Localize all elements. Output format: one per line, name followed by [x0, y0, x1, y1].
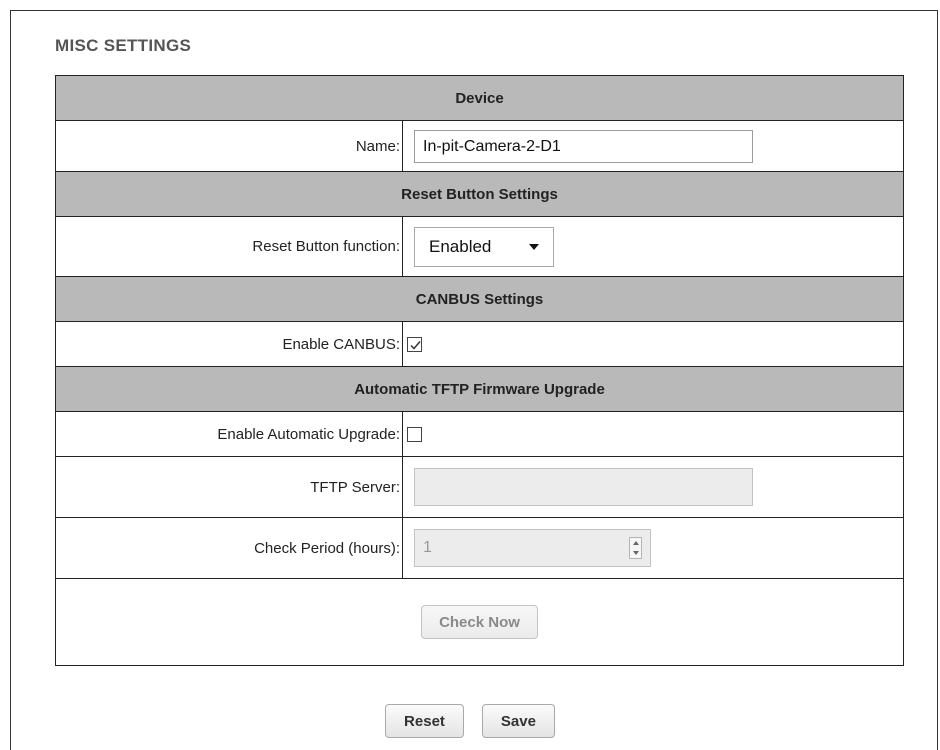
check-now-cell: Check Now	[55, 578, 904, 666]
section-header-canbus: CANBUS Settings	[55, 276, 904, 322]
reset-function-select[interactable]: Enabled	[414, 226, 554, 267]
device-name-row: Name: In-pit-Camera-2-D1	[55, 120, 904, 172]
check-period-label: Check Period (hours):	[55, 517, 403, 579]
enable-canbus-row: Enable CANBUS:	[55, 321, 904, 367]
check-period-row: Check Period (hours): 1	[55, 517, 904, 579]
auto-upgrade-cell	[402, 411, 904, 457]
auto-upgrade-row: Enable Automatic Upgrade:	[55, 411, 904, 457]
section-title: Device	[55, 75, 904, 121]
section-header-device: Device	[55, 75, 904, 121]
tftp-server-input[interactable]	[414, 468, 753, 506]
reset-button[interactable]: Reset	[385, 704, 464, 738]
check-period-cell: 1	[402, 517, 904, 579]
section-header-reset-button: Reset Button Settings	[55, 171, 904, 217]
section-title: Automatic TFTP Firmware Upgrade	[55, 366, 904, 412]
tftp-server-cell	[402, 456, 904, 518]
auto-upgrade-checkbox[interactable]	[407, 427, 422, 443]
check-period-input[interactable]: 1	[414, 529, 651, 567]
chevron-down-icon	[529, 243, 539, 250]
arrow-down-icon	[632, 551, 639, 555]
reset-function-row: Reset Button function: Enabled	[55, 216, 904, 277]
device-name-cell: In-pit-Camera-2-D1	[402, 120, 904, 172]
enable-canbus-cell	[402, 321, 904, 367]
tftp-server-row: TFTP Server:	[55, 456, 904, 518]
check-now-row: Check Now	[55, 578, 904, 666]
reset-function-value: Enabled	[429, 236, 492, 256]
enable-canbus-label: Enable CANBUS:	[55, 321, 403, 367]
auto-upgrade-label: Enable Automatic Upgrade:	[55, 411, 403, 457]
arrow-up-icon	[632, 541, 639, 545]
device-name-input[interactable]: In-pit-Camera-2-D1	[414, 129, 753, 163]
settings-table: Device Name: In-pit-Camera-2-D1 Reset Bu…	[55, 75, 904, 666]
checkmark-icon	[410, 341, 421, 350]
tftp-server-label: TFTP Server:	[55, 456, 403, 518]
reset-function-cell: Enabled	[402, 216, 904, 277]
spinner-arrows-icon[interactable]	[629, 537, 642, 559]
section-header-tftp: Automatic TFTP Firmware Upgrade	[55, 366, 904, 412]
reset-function-label: Reset Button function:	[55, 216, 403, 277]
device-name-label: Name:	[55, 120, 403, 172]
check-period-value: 1	[423, 539, 432, 556]
enable-canbus-checkbox[interactable]	[407, 337, 422, 353]
save-button[interactable]: Save	[481, 704, 555, 738]
page-title: MISC SETTINGS	[55, 36, 192, 55]
check-now-button[interactable]: Check Now	[421, 605, 538, 639]
section-title: Reset Button Settings	[55, 171, 904, 217]
footer-actions: Reset Save	[0, 704, 940, 738]
section-title: CANBUS Settings	[55, 276, 904, 322]
